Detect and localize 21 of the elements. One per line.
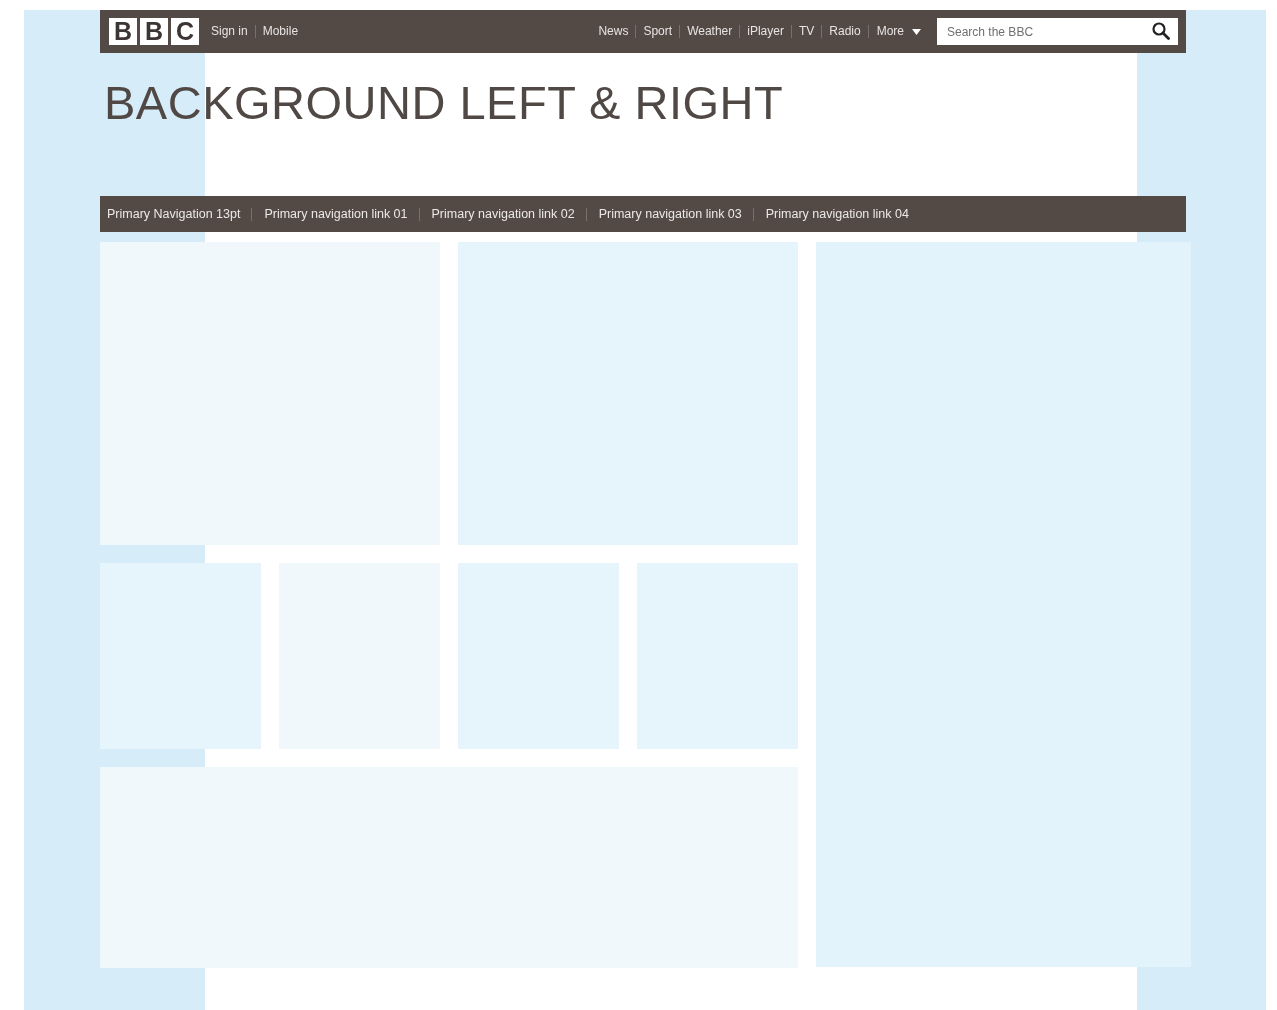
primary-nav-link[interactable]: Primary navigation link 03	[585, 207, 753, 221]
account-link[interactable]: Mobile	[254, 25, 306, 38]
page-title: BACKGROUND LEFT & RIGHT	[104, 75, 784, 130]
primary-nav-link[interactable]: Primary navigation link 04	[752, 207, 920, 221]
primary-nav-link[interactable]: Primary navigation link 02	[418, 207, 586, 221]
caret-icon	[912, 28, 921, 35]
nav-link[interactable]: News	[591, 25, 636, 38]
nav-link[interactable]: Radio	[821, 25, 868, 38]
more-button[interactable]: More	[867, 25, 929, 38]
nav-link[interactable]: Weather	[679, 25, 740, 38]
primary-nav-link[interactable]: Primary navigation link 01	[251, 207, 419, 221]
logo-letter: B	[140, 18, 168, 45]
nav-link[interactable]: TV	[790, 25, 822, 38]
search-icon[interactable]	[1152, 22, 1170, 40]
nav-link[interactable]: iPlayer	[739, 25, 791, 38]
logo-letter: C	[171, 18, 199, 45]
primary-nav-link[interactable]: Primary Navigation 13pt	[100, 207, 252, 221]
account-link[interactable]: Sign in	[204, 25, 255, 38]
nav-link[interactable]: Sport	[635, 25, 680, 38]
logo-letter: B	[109, 18, 137, 45]
search-field[interactable]: Search the BBC	[937, 18, 1178, 45]
